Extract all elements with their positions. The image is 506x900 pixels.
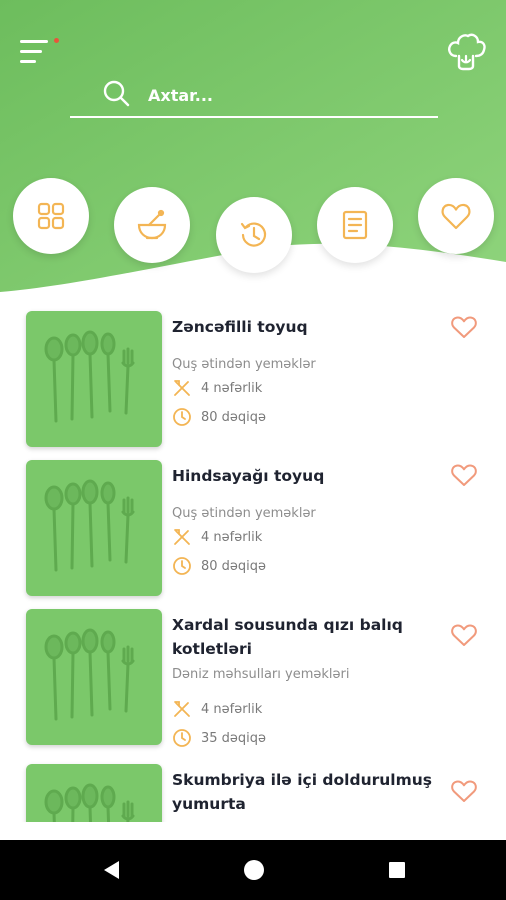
recipe-servings: 4 nəfərlik xyxy=(172,698,262,720)
servings-text: 4 nəfərlik xyxy=(201,529,263,545)
heart-icon xyxy=(441,203,471,230)
category-all-button[interactable] xyxy=(13,178,89,254)
app-screen: Zəncəfilli toyuq Quş ətindən yeməklər 4 … xyxy=(0,0,506,900)
clock-icon xyxy=(173,408,191,426)
recipe-card[interactable]: Skumbriya ilə içi doldurulmuş yumurta xyxy=(0,764,506,822)
recipe-card[interactable]: Xardal sousunda qızı balıq kotletləri Də… xyxy=(0,609,506,759)
utensils-icon xyxy=(174,380,190,396)
clock-icon xyxy=(173,557,191,575)
menu-line xyxy=(20,40,48,43)
menu-line xyxy=(20,60,36,63)
home-circle-icon[interactable] xyxy=(241,858,267,882)
search-icon[interactable] xyxy=(102,79,130,107)
recents-square-icon[interactable] xyxy=(384,858,410,882)
recipe-time: 35 dəqiqə xyxy=(172,727,266,749)
notification-dot xyxy=(54,38,59,43)
recipe-category: Quş ətindən yeməklər xyxy=(172,357,316,372)
clock-icon xyxy=(173,729,191,747)
recipe-category: Quş ətindən yeməklər xyxy=(172,506,316,521)
recipe-image xyxy=(26,460,162,596)
menu-line xyxy=(20,50,42,53)
history-clock-icon xyxy=(240,222,267,247)
servings-text: 4 nəfərlik xyxy=(201,701,263,717)
document-list-icon xyxy=(342,210,368,240)
search-input[interactable] xyxy=(148,80,428,110)
recipe-title: Xardal sousunda qızı balıq kotletləri xyxy=(172,616,403,658)
recipe-category: Dəniz məhsulları yeməkləri xyxy=(172,667,350,682)
favorite-heart-icon[interactable] xyxy=(450,314,478,340)
recipe-image xyxy=(26,609,162,745)
header xyxy=(0,0,506,300)
time-text: 80 dəqiqə xyxy=(201,558,267,574)
category-recipes-button[interactable] xyxy=(317,187,393,263)
recipe-list[interactable]: Zəncəfilli toyuq Quş ətindən yeməklər 4 … xyxy=(0,300,506,822)
chef-hat-icon[interactable] xyxy=(444,30,488,74)
recipe-image xyxy=(26,311,162,447)
utensils-icon xyxy=(174,701,190,717)
category-favorites-button[interactable] xyxy=(418,178,494,254)
utensils-icon xyxy=(174,529,190,545)
category-ingredients-button[interactable] xyxy=(114,187,190,263)
recipe-servings: 4 nəfərlik xyxy=(172,526,262,548)
recipe-time: 80 dəqiqə xyxy=(172,406,266,428)
time-text: 80 dəqiqə xyxy=(201,409,267,425)
grid-icon xyxy=(37,202,65,230)
search-bar xyxy=(70,76,438,118)
system-navigation-bar xyxy=(0,840,506,900)
recipe-image xyxy=(26,764,162,822)
category-history-button[interactable] xyxy=(216,197,292,273)
favorite-heart-icon[interactable] xyxy=(450,622,478,648)
mortar-pestle-icon xyxy=(137,209,167,240)
back-triangle-icon[interactable] xyxy=(99,858,125,882)
recipe-card[interactable]: Zəncəfilli toyuq Quş ətindən yeməklər 4 … xyxy=(0,311,506,451)
recipe-servings: 4 nəfərlik xyxy=(172,377,262,399)
servings-text: 4 nəfərlik xyxy=(201,380,263,396)
time-text: 35 dəqiqə xyxy=(201,730,267,746)
menu-button[interactable] xyxy=(18,36,60,68)
recipe-card[interactable]: Hindsayağı toyuq Quş ətindən yeməklər 4 … xyxy=(0,460,506,600)
recipe-title: Hindsayağı toyuq xyxy=(172,467,325,485)
recipe-title: Skumbriya ilə içi doldurulmuş yumurta xyxy=(172,771,433,813)
recipe-title: Zəncəfilli toyuq xyxy=(172,318,308,336)
favorite-heart-icon[interactable] xyxy=(450,462,478,488)
favorite-heart-icon[interactable] xyxy=(450,778,478,804)
recipe-time: 80 dəqiqə xyxy=(172,555,266,577)
